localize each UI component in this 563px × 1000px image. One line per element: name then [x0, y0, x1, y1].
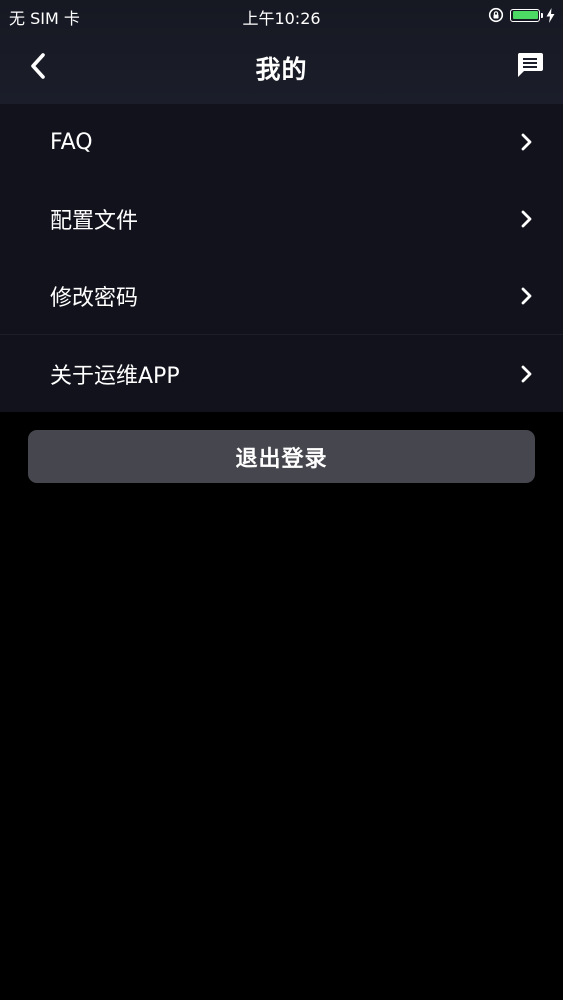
battery-fill [512, 11, 538, 19]
screen: 无 SIM 卡 上午10:26 我的 FAQ 配置文件 修改密码 关于运维APP… [0, 0, 563, 1000]
battery-icon [510, 8, 543, 22]
status-time: 上午10:26 [242, 9, 321, 28]
status-bar: 无 SIM 卡 上午10:26 [0, 0, 563, 30]
orientation-lock-icon [488, 7, 504, 23]
charging-bolt-icon [546, 7, 555, 23]
top-bar: 无 SIM 卡 上午10:26 我的 [0, 0, 563, 104]
menu-item-label: FAQ [50, 129, 93, 155]
message-button[interactable] [513, 48, 547, 82]
menu-item-faq[interactable]: FAQ [0, 104, 563, 180]
status-indicators [488, 5, 555, 25]
menu-item-about[interactable]: 关于运维APP [0, 334, 563, 412]
menu-item-change-password[interactable]: 修改密码 [0, 257, 563, 334]
menu-item-label: 关于运维APP [50, 363, 180, 389]
logout-button[interactable]: 退出登录 [28, 430, 535, 483]
navigation-bar: 我的 [0, 30, 563, 104]
chevron-right-icon [521, 365, 532, 382]
chat-bubble-icon [517, 53, 543, 77]
settings-menu: FAQ 配置文件 修改密码 关于运维APP [0, 104, 563, 412]
chevron-right-icon [521, 133, 532, 151]
menu-item-label: 配置文件 [50, 208, 139, 234]
menu-item-profile[interactable]: 配置文件 [0, 180, 563, 257]
chevron-right-icon [521, 210, 532, 227]
page-title: 我的 [255, 55, 308, 84]
menu-item-label: 修改密码 [50, 285, 139, 311]
chevron-right-icon [521, 287, 532, 304]
